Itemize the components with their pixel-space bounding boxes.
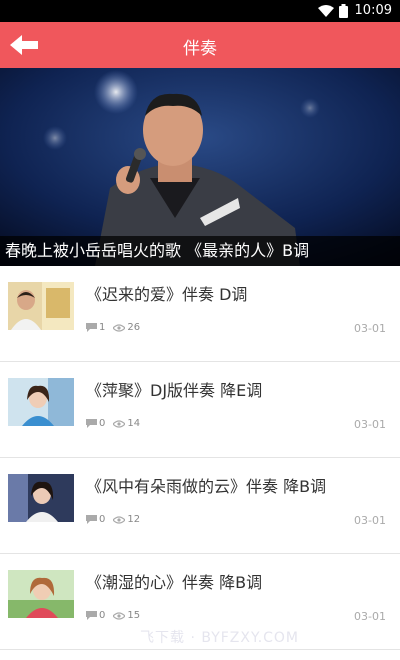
item-meta: 0 15 — [86, 610, 148, 621]
item-date: 03-01 — [354, 418, 386, 431]
item-meta: 0 14 — [86, 418, 148, 429]
eye-icon — [113, 515, 126, 524]
comment-count: 1 — [99, 322, 106, 333]
eye-icon — [113, 611, 126, 620]
eye-icon — [113, 323, 126, 332]
accompaniment-list: 《迟来的爱》伴奏 D调 1 26 03-01 《萍聚》DJ版伴奏 降E调 0 1… — [0, 266, 400, 650]
app-header: 伴奏 — [0, 22, 400, 68]
comment-icon — [86, 419, 97, 428]
thumbnail — [8, 378, 74, 426]
item-title: 《迟来的爱》伴奏 D调 — [86, 285, 248, 304]
wifi-icon — [318, 5, 334, 17]
status-time: 10:09 — [354, 3, 392, 18]
status-bar: 10:09 — [0, 0, 400, 22]
thumbnail — [8, 474, 74, 522]
item-meta: 0 12 — [86, 514, 148, 525]
comment-count: 0 — [99, 514, 106, 525]
view-count: 26 — [127, 322, 141, 333]
item-date: 03-01 — [354, 514, 386, 527]
page-title: 伴奏 — [183, 39, 217, 59]
view-count: 12 — [127, 514, 141, 525]
thumbnail — [8, 282, 74, 330]
list-item[interactable]: 《萍聚》DJ版伴奏 降E调 0 14 03-01 — [0, 362, 400, 458]
comment-icon — [86, 611, 97, 620]
comment-count: 0 — [99, 418, 106, 429]
featured-banner[interactable]: 春晚上被小岳岳唱火的歌 《最亲的人》B调 — [0, 68, 400, 266]
watermark: 飞下载 · BYFZXY.COM — [140, 630, 300, 646]
item-date: 03-01 — [354, 610, 386, 623]
item-meta: 1 26 — [86, 322, 148, 333]
item-date: 03-01 — [354, 322, 386, 335]
eye-icon — [113, 419, 126, 428]
thumbnail — [8, 570, 74, 618]
comment-count: 0 — [99, 610, 106, 621]
banner-caption: 春晚上被小岳岳唱火的歌 《最亲的人》B调 — [0, 236, 400, 266]
list-item[interactable]: 《迟来的爱》伴奏 D调 1 26 03-01 — [0, 266, 400, 362]
item-title: 《潮湿的心》伴奏 降B调 — [86, 573, 263, 592]
item-title: 《萍聚》DJ版伴奏 降E调 — [86, 381, 263, 400]
item-title: 《风中有朵雨做的云》伴奏 降B调 — [86, 477, 327, 496]
view-count: 14 — [127, 418, 141, 429]
view-count: 15 — [127, 610, 141, 621]
list-item[interactable]: 《风中有朵雨做的云》伴奏 降B调 0 12 03-01 — [0, 458, 400, 554]
battery-icon — [339, 4, 348, 18]
comment-icon — [86, 323, 97, 332]
comment-icon — [86, 515, 97, 524]
